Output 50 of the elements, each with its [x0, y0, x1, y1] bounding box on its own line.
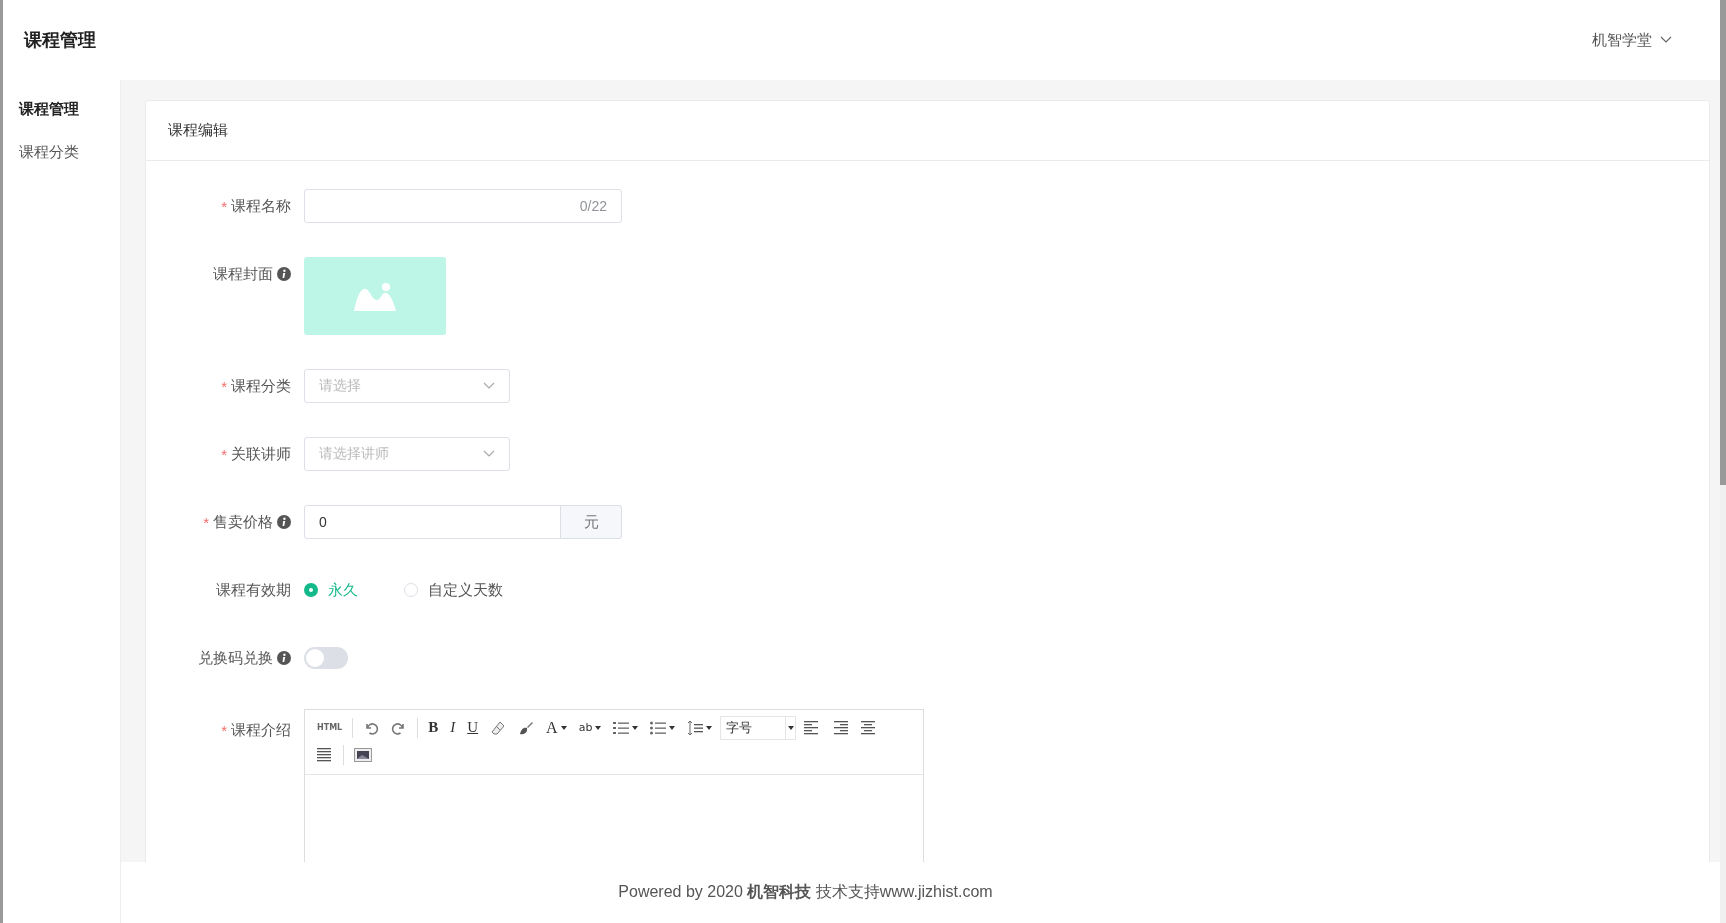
- footer-text: Powered by 2020 机智科技 技术支持www.jizhist.com: [618, 882, 993, 902]
- font-size-select[interactable]: 字号: [720, 715, 797, 740]
- radio-label: 自定义天数: [428, 580, 503, 600]
- sidebar-item[interactable]: 课程管理: [3, 98, 120, 120]
- chevron-down-icon: [1660, 36, 1672, 44]
- scrollbar[interactable]: [1720, 0, 1726, 923]
- align-center-icon: [860, 720, 877, 735]
- required-mark: *: [203, 513, 209, 531]
- field-label: 课程分类: [231, 376, 291, 396]
- bullet-list-icon: [650, 720, 667, 735]
- field-label: 课程名称: [231, 196, 291, 216]
- font-color-button[interactable]: A: [540, 715, 573, 740]
- numbered-list-icon: [613, 720, 630, 735]
- required-mark: *: [221, 445, 227, 463]
- radio-button[interactable]: [304, 583, 318, 597]
- chevron-down-icon: [483, 382, 495, 390]
- field-label: 课程封面: [213, 264, 273, 284]
- field-label: 课程有效期: [216, 580, 291, 600]
- image-icon: [354, 747, 372, 762]
- radio-label: 永久: [328, 580, 358, 600]
- field-label: 课程介绍: [231, 720, 291, 740]
- account-menu[interactable]: 机智学堂: [1592, 30, 1672, 50]
- chevron-down-icon: [483, 450, 495, 458]
- toggle-switch[interactable]: [304, 647, 348, 669]
- field-label: 售卖价格: [213, 512, 273, 532]
- line-spacing-icon: [687, 719, 704, 736]
- card-title: 课程编辑: [168, 121, 228, 140]
- bold-button[interactable]: B: [422, 715, 445, 740]
- currency-addon: 元: [561, 505, 622, 539]
- highlight-button[interactable]: ab: [572, 715, 608, 740]
- char-counter: 0/22: [579, 198, 607, 214]
- required-mark: *: [221, 197, 227, 215]
- caret-icon: [787, 725, 794, 730]
- align-right-icon: [832, 720, 849, 735]
- price-field[interactable]: 0: [304, 505, 561, 539]
- brush-icon: [518, 719, 535, 736]
- underline-button[interactable]: U: [461, 715, 485, 740]
- app-title: 课程管理: [24, 29, 96, 52]
- required-mark: *: [221, 377, 227, 395]
- image-icon: [354, 281, 396, 311]
- eraser-icon: [490, 719, 507, 736]
- field-label: 兑换码兑换: [198, 648, 273, 668]
- html-button[interactable]: HTML: [311, 715, 349, 740]
- sidebar-item[interactable]: 课程分类: [3, 141, 120, 163]
- italic-button[interactable]: I: [444, 715, 462, 740]
- justify-icon: [317, 747, 333, 762]
- radio-option[interactable]: 自定义天数: [404, 580, 503, 600]
- required-mark: *: [221, 721, 227, 739]
- field-label: 关联讲师: [231, 444, 291, 464]
- align-left-icon: [804, 720, 821, 735]
